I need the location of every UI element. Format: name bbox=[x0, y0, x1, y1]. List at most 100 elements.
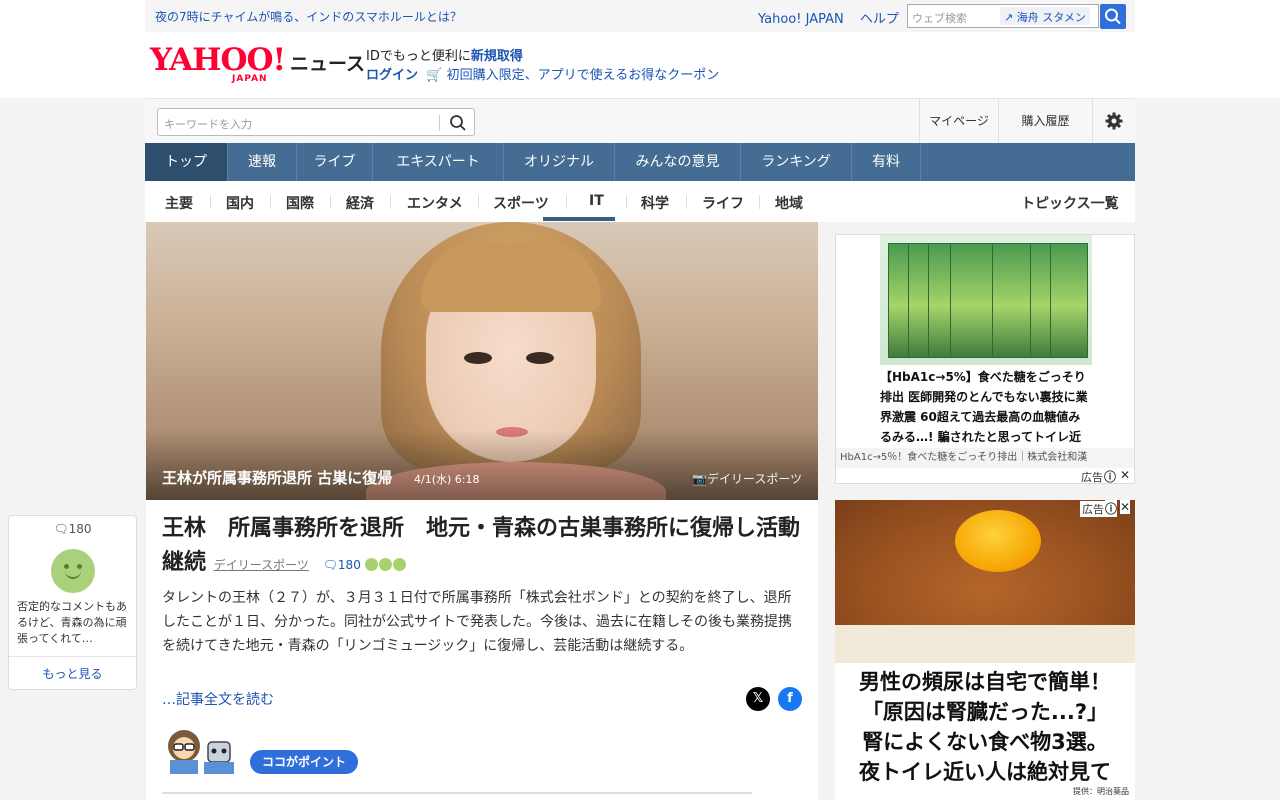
ad-close-icon[interactable]: ✕ bbox=[1120, 500, 1131, 514]
nav-tab-paid[interactable]: 有料 bbox=[852, 143, 921, 181]
category-domestic[interactable]: 国内 bbox=[226, 193, 254, 213]
search-icon bbox=[1105, 8, 1121, 25]
read-full-article-link[interactable]: …記事全文を読む bbox=[162, 689, 274, 709]
web-search-input[interactable]: ウェブ検索 ↗ 海舟 スタメン bbox=[907, 4, 1099, 28]
comment-count-link[interactable]: 🗨180 bbox=[323, 558, 365, 572]
hero-caption-shade bbox=[146, 430, 818, 500]
category-divider bbox=[626, 195, 627, 209]
category-divider bbox=[270, 195, 271, 209]
logo-japan-text: JAPAN bbox=[232, 74, 268, 84]
article-source-link[interactable]: デイリースポーツ bbox=[214, 558, 309, 572]
category-divider bbox=[478, 195, 479, 209]
comment-excerpt: 否定的なコメントもあるけど、青森の為に頑張ってくれて… bbox=[17, 600, 127, 645]
comment-count: 180 bbox=[337, 558, 361, 572]
hero-date: 4/1(水) 6:18 bbox=[414, 473, 480, 486]
trend-keyword-label: 海舟 スタメン bbox=[1016, 11, 1086, 24]
article-title-block: 王林 所属事務所を退所 地元・青森の古巣事務所に復帰し活動継続 デイリースポーツ… bbox=[162, 512, 806, 582]
reaction-smile-icon bbox=[392, 558, 406, 571]
settings-button[interactable] bbox=[1092, 99, 1135, 144]
cart-icon: 🛒 bbox=[422, 68, 443, 83]
topics-list-link[interactable]: トピックス一覧 bbox=[1021, 193, 1119, 213]
coupon-link[interactable]: 初回購入限定、アプリで使えるお得なクーポン bbox=[447, 68, 720, 83]
nav-tab-top[interactable]: トップ bbox=[145, 143, 228, 181]
x-share-icon[interactable]: 𝕏 bbox=[746, 687, 770, 711]
site-header: YAHOO! JAPAN ニュース IDでもっと便利に新規取得 ログイン 🛒 初… bbox=[0, 32, 1280, 98]
ad-credit: 提供：明治薬品 bbox=[1073, 787, 1129, 796]
ad-package bbox=[1050, 243, 1088, 358]
category-divider bbox=[686, 195, 687, 209]
keyword-search-input[interactable]: キーワードを入力 bbox=[157, 108, 475, 136]
trend-keyword[interactable]: ↗ 海舟 スタメン bbox=[1000, 7, 1090, 25]
register-link[interactable]: 新規取得 bbox=[471, 49, 523, 64]
web-search-placeholder: ウェブ検索 bbox=[912, 12, 967, 25]
smile-face-icon bbox=[51, 549, 95, 593]
gear-icon bbox=[1105, 112, 1123, 130]
ad-close-icon[interactable]: ✕ bbox=[1120, 468, 1130, 482]
web-search-button[interactable] bbox=[1100, 4, 1126, 29]
hero-photo-eye bbox=[526, 352, 554, 364]
top-bar: 夜の7時にチャイムが鳴る、インドのスマホルールとは？ Yahoo! JAPAN … bbox=[0, 0, 1280, 32]
ad-package bbox=[950, 243, 996, 358]
mascot-icon bbox=[168, 730, 234, 774]
keyword-search-placeholder: キーワードを入力 bbox=[164, 118, 252, 131]
point-badge[interactable]: ココがポイント bbox=[250, 750, 359, 774]
category-nav: 主要 国内 国際 経済 エンタメ スポーツ IT 科学 ライフ 地域 トピックス… bbox=[145, 181, 1135, 222]
hero-image[interactable]: 王林が所属事務所退所 古巣に復帰 4/1(水) 6:18 📷デイリースポーツ bbox=[146, 222, 818, 500]
ad-info-icon[interactable]: ⓘ bbox=[1104, 468, 1116, 485]
top-promo-link[interactable]: 夜の7時にチャイムが鳴る、インドのスマホルールとは？ bbox=[155, 8, 462, 25]
id-promo-text: IDでもっと便利に bbox=[366, 49, 471, 64]
point-section-divider bbox=[162, 792, 752, 794]
category-divider bbox=[759, 195, 760, 209]
active-category-indicator bbox=[543, 217, 615, 221]
hero-caption[interactable]: 王林が所属事務所退所 古巣に復帰 bbox=[162, 467, 392, 488]
category-divider bbox=[566, 195, 567, 209]
category-life[interactable]: ライフ bbox=[702, 193, 744, 213]
category-local[interactable]: 地域 bbox=[775, 193, 803, 213]
ad-info-icon[interactable]: ⓘ bbox=[1105, 500, 1118, 517]
ad-footer-text: HbA1c→5％！食べた糖をごっそり排出｜株式会社和漢 bbox=[836, 448, 1134, 468]
search-icon[interactable] bbox=[448, 113, 468, 133]
reaction-smile-icon bbox=[378, 558, 392, 571]
ad-copy-line: 男性の頻尿は自宅で簡単！ bbox=[859, 670, 1111, 694]
article-meta: デイリースポーツ 🗨180 bbox=[214, 558, 407, 572]
camera-icon: 📷 bbox=[692, 472, 707, 486]
top-bar-inner: 夜の7時にチャイムが鳴る、インドのスマホルールとは？ Yahoo! JAPAN … bbox=[145, 0, 1135, 32]
sidebar-ad-natto[interactable]: 広告 ⓘ ✕ 男性の頻尿は自宅で簡単！ 「原因は腎臓だった...?」 腎によくな… bbox=[835, 500, 1135, 800]
mypage-link[interactable]: マイページ bbox=[919, 99, 998, 144]
category-entertainment[interactable]: エンタメ bbox=[407, 193, 463, 213]
category-economy[interactable]: 経済 bbox=[346, 193, 374, 213]
category-science[interactable]: 科学 bbox=[641, 193, 669, 213]
nav-tab-breaking[interactable]: 速報 bbox=[228, 143, 297, 181]
yahoo-news-logo[interactable]: YAHOO! JAPAN ニュース bbox=[150, 45, 365, 85]
yahoo-japan-link[interactable]: Yahoo! JAPAN bbox=[758, 12, 844, 27]
nav-tab-expert[interactable]: エキスパート bbox=[373, 143, 504, 181]
category-main[interactable]: 主要 bbox=[165, 193, 193, 213]
comment-widget-count: 🗨180 bbox=[9, 522, 136, 536]
category-sports[interactable]: スポーツ bbox=[493, 193, 549, 213]
hero-source-label: デイリースポーツ bbox=[706, 472, 803, 486]
nav-tab-opinion[interactable]: みんなの意見 bbox=[615, 143, 741, 181]
comment-icon: 🗨 bbox=[53, 522, 69, 536]
search-divider bbox=[439, 115, 440, 131]
purchase-history-link[interactable]: 購入履歴 bbox=[998, 99, 1092, 144]
id-promo: IDでもっと便利に新規取得 ログイン 🛒 初回購入限定、アプリで使えるお得なクー… bbox=[366, 47, 719, 85]
login-link[interactable]: ログイン bbox=[366, 68, 418, 83]
ad-copy: 男性の頻尿は自宅で簡単！ 「原因は腎臓だった...?」 腎によくない食べ物3選。… bbox=[835, 663, 1135, 800]
article-lead: タレントの王林（２７）が、３月３１日付で所属事務所「株式会社ボンド」との契約を終… bbox=[162, 590, 792, 654]
ad-copy-line: 「原因は腎臓だった...?」 bbox=[861, 700, 1109, 724]
nav-tab-live[interactable]: ライブ bbox=[297, 143, 373, 181]
category-world[interactable]: 国際 bbox=[286, 193, 314, 213]
top-links: Yahoo! JAPAN ヘルプ bbox=[758, 8, 911, 27]
sidebar-ad-supplement[interactable]: 【HbA1c→5%】食べた糖をごっそり排出 医師開発のとんでもない裏技に業界激震… bbox=[835, 234, 1135, 484]
facebook-share-icon[interactable]: f bbox=[778, 687, 802, 711]
see-more-comments-button[interactable]: もっと見る bbox=[9, 656, 136, 690]
ad-product-image bbox=[880, 235, 1092, 365]
ad-food-tofu bbox=[835, 625, 1135, 663]
help-link[interactable]: ヘルプ bbox=[860, 12, 899, 27]
nav-tab-original[interactable]: オリジナル bbox=[504, 143, 615, 181]
trend-arrow-icon: ↗ bbox=[1004, 11, 1014, 24]
category-divider bbox=[330, 195, 331, 209]
nav-tab-ranking[interactable]: ランキング bbox=[741, 143, 852, 181]
category-it[interactable]: IT bbox=[589, 193, 604, 209]
hero-source: 📷デイリースポーツ bbox=[692, 470, 802, 487]
